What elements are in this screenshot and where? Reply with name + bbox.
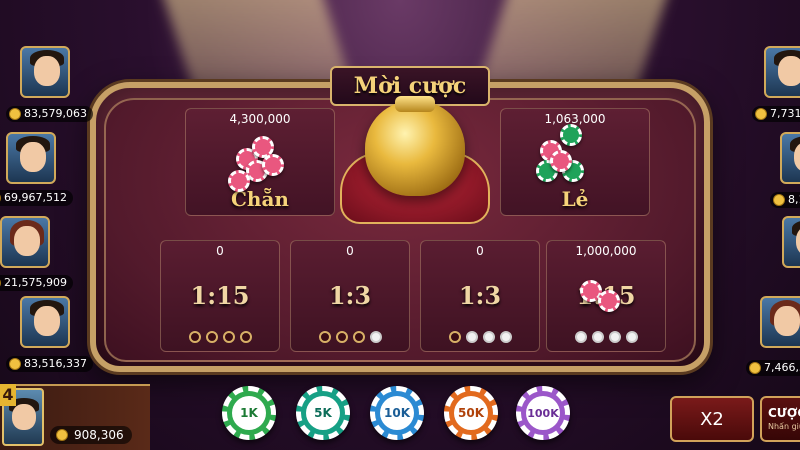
dot-pattern: [547, 331, 665, 343]
player-balance: 83,579,063: [6, 106, 93, 122]
white-dot-icon: [482, 331, 495, 343]
level-badge: 4: [0, 384, 16, 406]
player-balance: 21,575,909: [0, 275, 73, 291]
white-dot-icon: [499, 331, 512, 343]
coin-icon: [9, 358, 21, 370]
red-dot-icon: [239, 331, 252, 343]
player-balance: 69,967,512: [0, 190, 73, 206]
chip-label: 5K: [306, 396, 340, 430]
player-balance-value: 83,516,337: [24, 357, 87, 370]
avatar-face: [774, 306, 800, 336]
coin-icon: [773, 194, 785, 206]
player-balance-value: 69,967,512: [4, 191, 67, 204]
avatar-face: [12, 404, 36, 430]
player-avatar[interactable]: [780, 132, 800, 184]
player-avatar[interactable]: [6, 132, 56, 184]
white-dot-icon: [591, 331, 604, 343]
avatar-face: [778, 56, 800, 86]
white-dot-icon: [465, 331, 478, 343]
chip-label: 100K: [526, 396, 560, 430]
table-chip-pink: [228, 170, 250, 192]
white-dot-icon: [625, 331, 638, 343]
coin-icon: [755, 108, 767, 120]
avatar-face: [34, 306, 60, 336]
player-balance-value: 7,731,: [770, 107, 800, 120]
bet-label-odd: Lẻ: [561, 187, 589, 211]
player-avatar[interactable]: [760, 296, 800, 348]
red-dot-icon: [222, 331, 235, 343]
odds-amount: 0: [346, 244, 354, 258]
player-balance: 8,1: [770, 192, 800, 208]
red-dot-icon: [205, 331, 218, 343]
avatar-face: [20, 142, 46, 172]
bet-button[interactable]: CƯỢC Nhấn giữ: [760, 396, 800, 442]
golden-bowl-icon: [365, 100, 465, 196]
red-dot-icon: [318, 331, 331, 343]
player-avatar[interactable]: [20, 46, 70, 98]
white-dot-icon: [608, 331, 621, 343]
bet-area-odds-2[interactable]: 0 1:3: [290, 240, 410, 352]
chip-5k-button[interactable]: 5K: [296, 386, 350, 440]
red-dot-icon: [448, 331, 461, 343]
coin-icon: [0, 192, 1, 204]
player-balance-value: 7,466,5: [764, 361, 800, 374]
table-chip-pink: [598, 290, 620, 312]
player-avatar[interactable]: [782, 216, 800, 268]
my-balance: 908,306: [50, 426, 132, 444]
player-avatar[interactable]: [20, 296, 70, 348]
red-dot-icon: [352, 331, 365, 343]
coin-icon: [56, 429, 68, 441]
chip-50k-button[interactable]: 50K: [444, 386, 498, 440]
white-dot-icon: [574, 331, 587, 343]
chip-10k-button[interactable]: 10K: [370, 386, 424, 440]
odds-amount: 0: [476, 244, 484, 258]
avatar-face: [34, 56, 60, 86]
player-balance: 7,466,5: [746, 360, 800, 376]
x2-button[interactable]: X2: [670, 396, 754, 442]
golden-bowl-neck: [395, 96, 435, 112]
player-balance: 83,516,337: [6, 356, 93, 372]
chip-1k-button[interactable]: 1K: [222, 386, 276, 440]
odds-ratio: 1:3: [458, 281, 502, 310]
player-balance-value: 83,579,063: [24, 107, 87, 120]
dot-pattern: [291, 331, 409, 343]
chip-100k-button[interactable]: 100K: [516, 386, 570, 440]
odds-amount: 0: [216, 244, 224, 258]
odds-amount: 1,000,000: [575, 244, 637, 258]
bet-label-even: Chẵn: [231, 187, 289, 211]
table-chip-pink: [550, 150, 572, 172]
player-balance-value: 8,1: [788, 193, 800, 206]
bet-area-odds-1[interactable]: 0 1:15: [160, 240, 280, 352]
bet-button-label: CƯỢC: [768, 406, 800, 420]
coin-icon: [9, 108, 21, 120]
dot-pattern: [161, 331, 279, 343]
my-balance-value: 908,306: [74, 428, 124, 442]
table-chip-pink: [262, 154, 284, 176]
red-dot-icon: [188, 331, 201, 343]
white-dot-icon: [369, 331, 382, 343]
avatar-face: [14, 226, 40, 256]
chip-label: 50K: [454, 396, 488, 430]
x2-label: X2: [700, 408, 724, 430]
dot-pattern: [421, 331, 539, 343]
bet-amount-even: 4,300,000: [229, 112, 291, 126]
player-avatar[interactable]: [764, 46, 800, 98]
game-stage: Mời cược 4,300,000 Chẵn 1,063,000 Lẻ 0 1…: [0, 0, 800, 450]
player-balance-value: 21,575,909: [4, 276, 67, 289]
chip-label: 10K: [380, 396, 414, 430]
player-avatar[interactable]: [0, 216, 50, 268]
odds-ratio: 1:15: [190, 281, 250, 310]
bet-button-sublabel: Nhấn giữ: [768, 422, 800, 431]
red-dot-icon: [335, 331, 348, 343]
table-chip-green: [560, 124, 582, 146]
bet-area-odds-3[interactable]: 0 1:3: [420, 240, 540, 352]
player-balance: 7,731,: [752, 106, 800, 122]
coin-icon: [749, 362, 761, 374]
odds-ratio: 1:3: [328, 281, 372, 310]
coin-icon: [0, 277, 1, 289]
chip-label: 1K: [232, 396, 266, 430]
